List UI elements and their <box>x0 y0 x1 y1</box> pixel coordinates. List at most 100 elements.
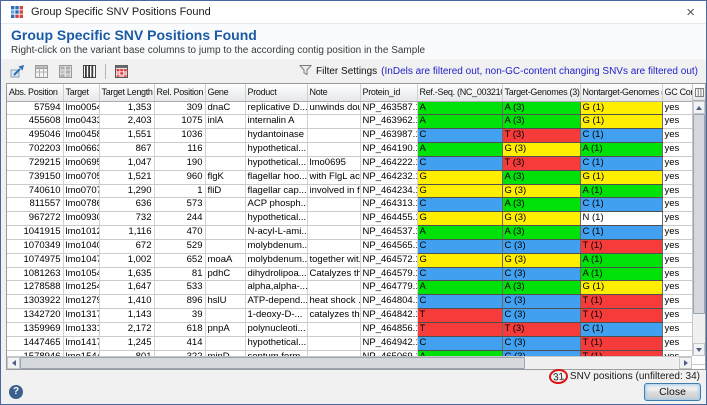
filter-settings[interactable]: Filter Settings (InDels are filtered out… <box>298 64 698 79</box>
cell-product: hypothetical... <box>245 211 308 227</box>
cell-target_genomes[interactable]: A (3) <box>502 114 581 130</box>
table-row[interactable]: 57594 lmo0054 1,353 309 dnaC replicative D...… <box>7 101 705 116</box>
cell-nontarget_genomes[interactable]: C (1) <box>580 156 663 171</box>
help-icon[interactable]: ? <box>9 385 23 399</box>
cell-target_genomes[interactable]: C (3) <box>502 308 581 323</box>
cell-target_genomes[interactable]: T (3) <box>502 128 581 144</box>
cell-target_genomes[interactable]: C (3) <box>502 294 581 310</box>
cell-nontarget_genomes[interactable]: T (1) <box>580 239 663 254</box>
column-header-target[interactable]: Target <box>63 84 100 102</box>
cell-target_genomes[interactable]: A (3) <box>502 280 581 296</box>
table-row[interactable]: 1278588 lmo1254 1,647 533 alpha,alpha-... NP_… <box>7 280 705 296</box>
cell-ref[interactable]: C <box>417 239 503 254</box>
colored-table-icon[interactable] <box>113 63 130 80</box>
cell-target_genomes[interactable]: A (3) <box>502 170 581 185</box>
cell-ref[interactable]: G <box>417 170 503 185</box>
cell-nontarget_genomes[interactable]: A (1) <box>580 267 663 282</box>
cell-nontarget_genomes[interactable]: G (1) <box>580 280 663 296</box>
cell-ref[interactable]: G <box>417 253 503 268</box>
table-row[interactable]: 702203 lmo0663 867 116 hypothetical... NP_464… <box>7 142 705 157</box>
export-graphics-icon[interactable] <box>9 63 26 80</box>
vertical-scrollbar[interactable] <box>692 101 705 356</box>
cell-ref[interactable]: A <box>417 142 503 157</box>
cell-ref[interactable]: C <box>417 336 503 351</box>
cell-nontarget_genomes[interactable]: C (1) <box>580 225 663 240</box>
table-row[interactable]: 967272 lmo0930 732 244 hypothetical... NP_464… <box>7 211 705 227</box>
table-row[interactable]: 1447465 lmo1417 1,245 414 hypothetical... NP_… <box>7 336 705 351</box>
cell-ref[interactable]: A <box>417 101 503 116</box>
cell-target_genomes[interactable]: A (3) <box>502 101 581 116</box>
table-row[interactable]: 1081263 lmo1054 1,635 81 pdhC dihydrolipoa...… <box>7 267 705 282</box>
cell-nontarget_genomes[interactable]: C (1) <box>580 128 663 144</box>
table-icon[interactable] <box>33 63 50 80</box>
vertical-scroll-thumb[interactable] <box>693 114 705 314</box>
close-icon[interactable]: × <box>682 5 699 20</box>
cell-ref[interactable]: A <box>417 225 503 240</box>
cell-target_genomes[interactable]: G (3) <box>502 184 581 199</box>
column-header-rel_position[interactable]: Rel. Position <box>154 84 206 102</box>
column-header-gene[interactable]: Gene <box>205 84 246 102</box>
cell-ref[interactable]: C <box>417 128 503 144</box>
cell-nontarget_genomes[interactable]: T (1) <box>580 336 663 351</box>
scroll-up-button[interactable] <box>693 101 705 114</box>
cell-nontarget_genomes[interactable]: N (1) <box>580 211 663 227</box>
column-header-protein_id[interactable]: Protein_id <box>360 84 418 102</box>
cell-nontarget_genomes[interactable]: G (1) <box>580 114 663 130</box>
table-row[interactable]: 455608 lmo0433 2,403 1075 inlA internalin A NP… <box>7 114 705 130</box>
cell-target_genomes[interactable]: A (3) <box>502 225 581 240</box>
table-row[interactable]: 1070349 lmo1040 672 529 molybdenum... NP_4645… <box>7 239 705 254</box>
close-button[interactable]: Close <box>644 383 701 401</box>
cell-ref[interactable]: G <box>417 184 503 199</box>
table-row[interactable]: 1041915 lmo1012 1,116 470 N-acyl-L-ami... NP_… <box>7 225 705 240</box>
cell-target_genomes[interactable]: C (3) <box>502 267 581 282</box>
table-row[interactable]: 740610 lmo0707 1,290 1 fliD flagellar cap... i… <box>7 184 705 199</box>
table-row[interactable]: 1359969 lmo1331 2,172 618 pnpA polynucleoti..… <box>7 322 705 337</box>
cell-nontarget_genomes[interactable]: T (1) <box>580 294 663 310</box>
table-row[interactable]: 729215 lmo0695 1,047 190 hypothetical... lmo0… <box>7 156 705 171</box>
cell-ref[interactable]: A <box>417 114 503 130</box>
cell-ref[interactable]: A <box>417 280 503 296</box>
table-row[interactable]: 739150 lmo0705 1,521 960 flgK flagellar hoo..… <box>7 170 705 185</box>
column-header-target_length[interactable]: Target Length <box>99 84 155 102</box>
cell-nontarget_genomes[interactable]: A (1) <box>580 142 663 157</box>
cell-ref[interactable]: C <box>417 267 503 282</box>
cell-nontarget_genomes[interactable]: C (1) <box>580 322 663 337</box>
cell-nontarget_genomes[interactable]: T (1) <box>580 308 663 323</box>
cell-nontarget_genomes[interactable]: A (1) <box>580 253 663 268</box>
cell-target_genomes[interactable]: T (3) <box>502 156 581 171</box>
column-settings-button[interactable] <box>692 84 705 101</box>
column-header-note[interactable]: Note <box>307 84 361 102</box>
column-header-ref[interactable]: Ref.-Seq. (NC_003210) <box>417 84 503 102</box>
cell-ref[interactable]: G <box>417 211 503 227</box>
cell-target_genomes[interactable]: G (3) <box>502 142 581 157</box>
column-header-target_genomes[interactable]: Target-Genomes (3) <box>502 84 581 102</box>
cell-target_genomes[interactable]: T (3) <box>502 322 581 337</box>
title-bar[interactable]: Group Specific SNV Positions Found × <box>1 1 706 24</box>
striped-table-icon[interactable] <box>81 63 98 80</box>
cell-ref[interactable]: T <box>417 308 503 323</box>
column-header-abs_position[interactable]: Abs. Position <box>7 84 64 102</box>
cell-ref[interactable]: C <box>417 156 503 171</box>
cell-abs_position: 729215 <box>7 156 64 171</box>
table-row[interactable]: 1342720 lmo1317 1,143 39 1-deoxy-D-... cataly… <box>7 308 705 323</box>
table-row[interactable]: 1074975 lmo1047 1,002 652 moaA molybdenum... t… <box>7 253 705 268</box>
column-header-product[interactable]: Product <box>245 84 308 102</box>
column-header-nontarget_genomes[interactable]: Nontarget-Genomes (1) <box>580 84 663 102</box>
cell-ref[interactable]: T <box>417 322 503 337</box>
cell-nontarget_genomes[interactable]: G (1) <box>580 101 663 116</box>
table-row[interactable]: 1303922 lmo1279 1,410 896 hslU ATP-depend... h… <box>7 294 705 310</box>
cell-nontarget_genomes[interactable]: A (1) <box>580 184 663 199</box>
cell-target_genomes[interactable]: G (3) <box>502 211 581 227</box>
cell-nontarget_genomes[interactable]: G (1) <box>580 170 663 185</box>
cell-target_genomes[interactable]: A (3) <box>502 197 581 213</box>
cell-target_genomes[interactable]: C (3) <box>502 239 581 254</box>
cell-ref[interactable]: C <box>417 197 503 213</box>
table-row[interactable]: 495046 lmo0458 1,551 1036 hydantoinase NP_463… <box>7 128 705 144</box>
cell-target_genomes[interactable]: C (3) <box>502 336 581 351</box>
cell-ref[interactable]: C <box>417 294 503 310</box>
cell-nontarget_genomes[interactable]: C (1) <box>580 197 663 213</box>
table-row[interactable]: 811557 lmo0786 636 573 ACP phosph... NP_46431… <box>7 197 705 213</box>
table-pattern-icon[interactable] <box>57 63 74 80</box>
cell-target_genomes[interactable]: G (3) <box>502 253 581 268</box>
scroll-down-button[interactable] <box>693 343 705 356</box>
